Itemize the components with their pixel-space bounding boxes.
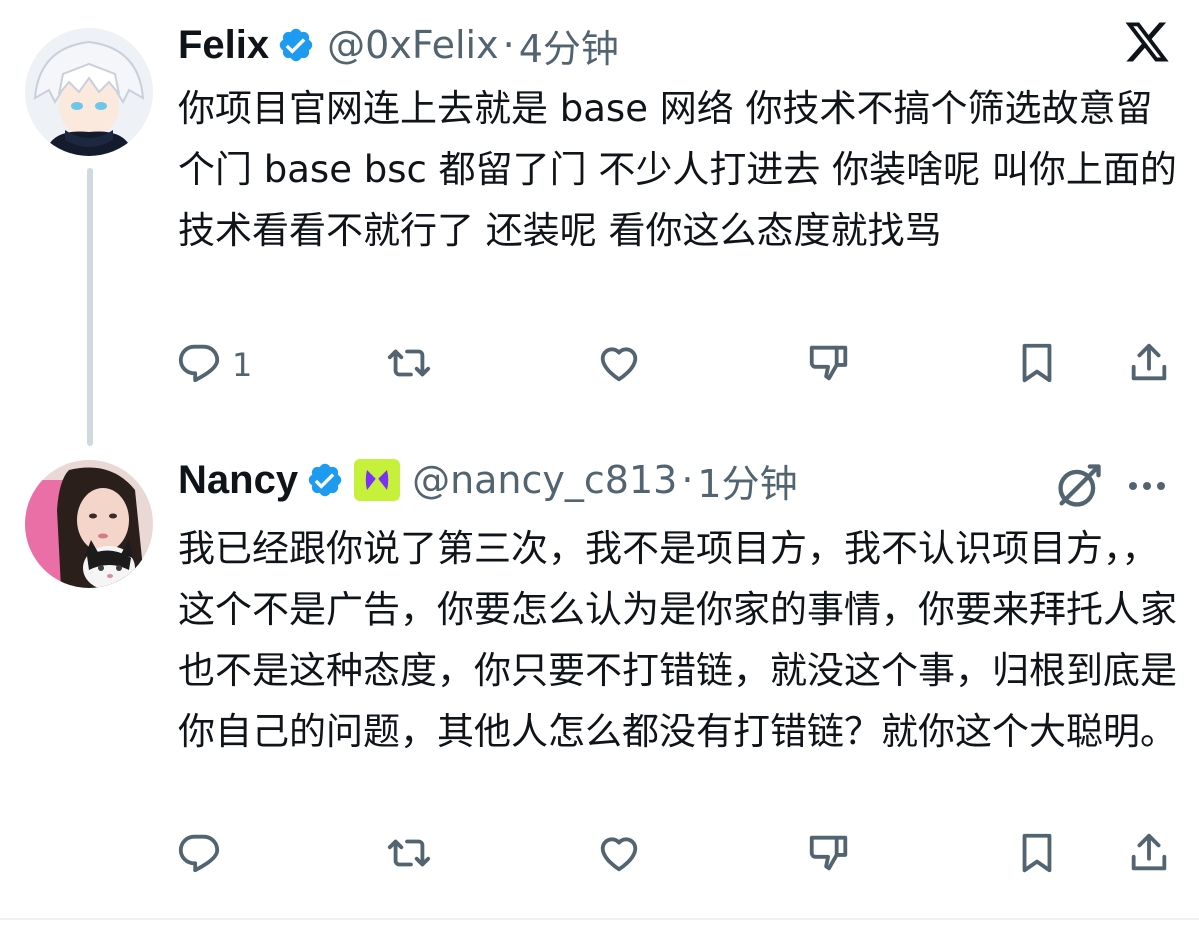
thread-line: [87, 168, 93, 446]
divider: [0, 918, 1199, 920]
reply-icon: [176, 340, 222, 390]
like-icon: [596, 340, 642, 390]
retweet-button[interactable]: [386, 340, 442, 390]
retweet-icon: [386, 830, 432, 880]
avatar-nancy[interactable]: [25, 460, 153, 588]
action-bar: [176, 830, 1176, 880]
display-name[interactable]: Nancy: [178, 458, 298, 503]
retweet-icon: [386, 340, 432, 390]
tweet-header: Nancy @nancy_c813 · 1分钟: [178, 452, 798, 508]
tweet-nancy[interactable]: Nancy @nancy_c813 · 1分钟 我已经跟你说了第三次，我不是项目…: [0, 440, 1199, 920]
verified-badge-icon: [306, 461, 344, 499]
tweet-text: 你项目官网连上去就是 base 网络 你技术不搞个筛选故意留个门 base bs…: [178, 87, 1177, 252]
bookmark-button[interactable]: [1014, 830, 1060, 880]
action-bar: 1: [176, 340, 1176, 390]
share-button[interactable]: [1126, 830, 1172, 880]
reply-count: 1: [232, 346, 253, 384]
separator-dot: ·: [502, 23, 515, 67]
tweet-header: Felix @0xFelix · 4分钟: [178, 17, 619, 73]
share-icon: [1126, 340, 1172, 390]
separator-dot: ·: [681, 458, 694, 502]
dislike-button[interactable]: [806, 340, 852, 390]
dislike-icon: [806, 830, 852, 880]
dislike-icon: [806, 340, 852, 390]
more-icon[interactable]: [1122, 466, 1172, 506]
bookmark-icon: [1014, 340, 1060, 390]
timestamp[interactable]: 1分钟: [697, 453, 797, 508]
dislike-button[interactable]: [806, 830, 852, 880]
like-button[interactable]: [596, 340, 652, 390]
share-icon: [1126, 830, 1172, 880]
like-icon: [596, 830, 642, 880]
affiliate-badge-icon[interactable]: [354, 459, 401, 501]
reply-icon: [176, 830, 222, 880]
verified-badge-icon: [277, 26, 315, 64]
reply-button[interactable]: 1: [176, 340, 252, 390]
handle[interactable]: @0xFelix: [327, 23, 498, 67]
display-name[interactable]: Felix: [178, 23, 269, 68]
x-logo-icon[interactable]: [1123, 18, 1171, 66]
avatar-felix[interactable]: [25, 28, 153, 156]
handle[interactable]: @nancy_c813: [412, 458, 677, 502]
bookmark-icon: [1014, 830, 1060, 880]
share-button[interactable]: [1126, 340, 1172, 390]
timestamp[interactable]: 4分钟: [519, 18, 619, 73]
retweet-button[interactable]: [386, 830, 442, 880]
tweet-text: 我已经跟你说了第三次，我不是项目方，我不认识项目方，，这个不是广告，你要怎么认为…: [178, 527, 1177, 753]
grok-icon[interactable]: [1053, 460, 1105, 512]
bookmark-button[interactable]: [1014, 340, 1060, 390]
tweet-felix[interactable]: Felix @0xFelix · 4分钟 你项目官网连上去就是 base 网络 …: [0, 0, 1199, 446]
like-button[interactable]: [596, 830, 652, 880]
reply-button[interactable]: [176, 830, 232, 880]
